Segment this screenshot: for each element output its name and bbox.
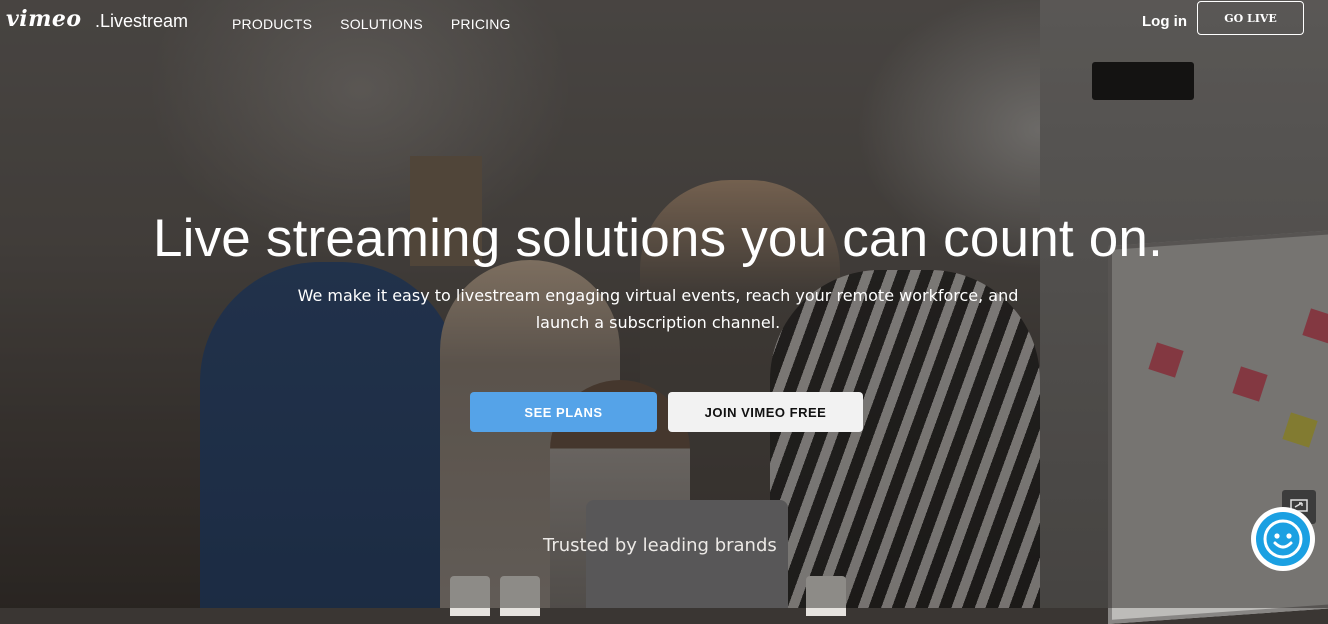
chat-support-button[interactable] — [1251, 507, 1315, 571]
login-link[interactable]: Log in — [1142, 13, 1187, 30]
trusted-by-brands-text: Trusted by leading brands — [543, 535, 777, 556]
hero-headline: Live streaming solutions you can count o… — [152, 209, 1164, 268]
hero-subheadline: We make it easy to livestream engaging v… — [297, 286, 1019, 332]
nav-item-pricing[interactable]: PRICING — [451, 16, 511, 32]
vimeo-logo[interactable]: vimeo — [6, 6, 82, 32]
see-plans-button[interactable]: SEE PLANS — [470, 392, 657, 432]
join-vimeo-free-button[interactable]: JOIN VIMEO FREE — [668, 392, 863, 432]
go-live-button[interactable]: GO LIVE — [1197, 1, 1304, 35]
nav-item-products[interactable]: PRODUCTS — [232, 16, 312, 32]
smiley-face-icon — [1256, 512, 1310, 566]
livestream-logo-suffix[interactable]: .Livestream — [95, 11, 188, 32]
site-header: vimeo .Livestream PRODUCTS SOLUTIONS PRI… — [0, 0, 1328, 46]
main-nav: PRODUCTS SOLUTIONS PRICING — [232, 16, 511, 32]
nav-item-solutions[interactable]: SOLUTIONS — [340, 16, 423, 32]
